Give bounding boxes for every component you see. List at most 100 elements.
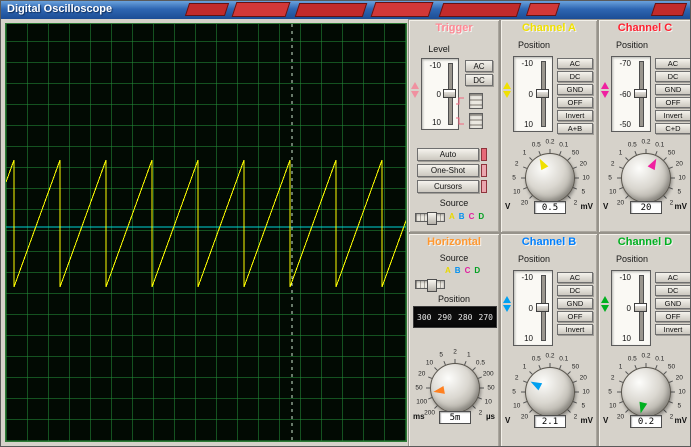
position-slider[interactable]: -10 0 10 — [513, 270, 553, 346]
source-channel-b[interactable]: B — [459, 212, 465, 221]
vertical-scale-knob[interactable]: 20 10 5 2 1 0.5 0.2 0.1 50 20 10 5 2 VmV 0.5 — [501, 134, 597, 232]
position-label: Position — [615, 40, 649, 50]
arrow-up-icon[interactable] — [503, 82, 511, 89]
channel-d-off-button[interactable]: OFF — [655, 311, 690, 322]
channel-c-off-button[interactable]: OFF — [655, 97, 690, 108]
channel-b-off-button[interactable]: OFF — [557, 311, 593, 322]
trigger-one-shot-button[interactable]: One-Shot — [417, 164, 479, 177]
knob-scale-label: 20 — [675, 160, 683, 168]
source-channel-b[interactable]: B — [455, 266, 461, 275]
vertical-scale-knob[interactable]: 20 10 5 2 1 0.5 0.2 0.1 50 20 10 5 2 VmV 2.1 — [501, 348, 597, 446]
channel-d-invert-button[interactable]: Invert — [655, 324, 690, 335]
knob-scale-label: 2 — [610, 374, 615, 382]
slider-groove[interactable] — [632, 57, 650, 131]
knob-scale-label: 5 — [581, 188, 586, 196]
slider-groove[interactable] — [632, 271, 650, 345]
position-nudge-arrows[interactable] — [601, 296, 609, 312]
channel-d-ac-button[interactable]: AC — [655, 272, 690, 283]
trigger-edge-switch[interactable] — [469, 93, 483, 109]
channel-title: Channel D — [617, 236, 673, 248]
channel-a-off-button[interactable]: OFF — [557, 97, 593, 108]
arrow-up-icon[interactable] — [601, 82, 609, 89]
channel-d-dc-button[interactable]: DC — [655, 285, 690, 296]
channel-a-dc-button[interactable]: DC — [557, 71, 593, 82]
position-slider[interactable]: -10 0 10 — [611, 270, 651, 346]
knob-scale-label: 5 — [439, 351, 444, 359]
channel-c-invert-button[interactable]: Invert — [655, 110, 690, 121]
channel-b-ac-button[interactable]: AC — [557, 272, 593, 283]
arrow-down-icon[interactable] — [503, 305, 511, 312]
channel-b-dc-button[interactable]: DC — [557, 285, 593, 296]
trigger-dc-button[interactable]: DC — [465, 74, 493, 86]
horizontal-title: Horizontal — [427, 236, 481, 248]
trigger-source-slider[interactable] — [415, 212, 445, 225]
source-channel-a[interactable]: A — [445, 266, 451, 275]
arrow-down-icon[interactable] — [601, 305, 609, 312]
knob-scale-label: 5 — [581, 402, 586, 410]
trigger-ac-button[interactable]: AC — [465, 60, 493, 72]
position-slider[interactable]: -10 0 10 — [513, 56, 553, 132]
knob-scale-label: 2 — [610, 160, 615, 168]
arrow-up-icon[interactable] — [601, 296, 609, 303]
arrow-down-icon[interactable] — [411, 91, 419, 98]
channel-c-c-d-button[interactable]: C+D — [655, 123, 690, 134]
trigger-cursors-button[interactable]: Cursors — [417, 180, 479, 193]
arrow-down-icon[interactable] — [503, 91, 511, 98]
knob-scale-label: 10 — [678, 388, 686, 396]
position-slider-handle[interactable] — [536, 89, 549, 98]
arrow-up-icon[interactable] — [503, 296, 511, 303]
knob-dial[interactable] — [525, 153, 575, 203]
knob-dial[interactable] — [621, 367, 671, 417]
vertical-scale-knob[interactable]: 20 10 5 2 1 0.5 0.2 0.1 50 20 10 5 2 VmV 0.2 — [599, 348, 690, 446]
channel-c-gnd-button[interactable]: GND — [655, 84, 690, 95]
slider-groove[interactable] — [534, 271, 552, 345]
position-nudge-arrows[interactable] — [601, 82, 609, 98]
knob-dial[interactable] — [621, 153, 671, 203]
unit-left-label: V — [505, 416, 511, 425]
source-channel-d[interactable]: D — [474, 266, 480, 275]
arrow-down-icon[interactable] — [601, 91, 609, 98]
channel-b-gnd-button[interactable]: GND — [557, 298, 593, 309]
trigger-level-slider[interactable]: -10 0 10 — [421, 58, 459, 130]
channel-b-invert-button[interactable]: Invert — [557, 324, 593, 335]
channel-a-a-b-button[interactable]: A+B — [557, 123, 593, 134]
source-channel-c[interactable]: C — [465, 266, 471, 275]
trigger-level-nudge-arrows[interactable] — [411, 82, 419, 98]
trigger-slope-switch[interactable] — [469, 113, 483, 129]
channel-d-gnd-button[interactable]: GND — [655, 298, 690, 309]
arrow-up-icon[interactable] — [411, 82, 419, 89]
channel-title: Channel C — [617, 22, 673, 34]
position-slider-handle[interactable] — [536, 303, 549, 312]
knob-tick — [671, 177, 675, 179]
source-channel-d[interactable]: D — [478, 212, 484, 221]
knob-scale-label: 200 — [482, 370, 494, 378]
timebase-knob[interactable]: 200 100 50 20 10 5 2 1 0.5 200 50 10 2 ms µs 5m — [409, 330, 499, 446]
channel-c-dc-button[interactable]: DC — [655, 71, 690, 82]
position-slider-handle[interactable] — [634, 303, 647, 312]
channel-c-ac-button[interactable]: AC — [655, 58, 690, 69]
horizontal-position-readout[interactable]: 300 290 280 270 — [413, 306, 497, 328]
unit-right-label: µs — [485, 412, 495, 421]
trigger-auto-button[interactable]: Auto — [417, 148, 479, 161]
position-nudge-arrows[interactable] — [503, 296, 511, 312]
knob-dial[interactable] — [525, 367, 575, 417]
channel-a-invert-button[interactable]: Invert — [557, 110, 593, 121]
slider-scale-label: 10 — [524, 120, 533, 129]
knob-scale-label: 2 — [514, 160, 519, 168]
source-channel-a[interactable]: A — [449, 212, 455, 221]
source-channel-c[interactable]: C — [469, 212, 475, 221]
position-slider[interactable]: -70 -60 -50 — [611, 56, 651, 132]
slider-groove[interactable] — [534, 57, 552, 131]
position-nudge-arrows[interactable] — [503, 82, 511, 98]
knob-scale-label: 20 — [520, 413, 529, 421]
channel-b-panel: Channel B Position -10 0 10 AC DC GND OFF In… — [500, 233, 598, 446]
title-bar[interactable]: Digital Oscilloscope — [1, 1, 690, 19]
vertical-scale-knob[interactable]: 20 10 5 2 1 0.5 0.2 0.1 50 20 10 5 2 VmV 20 — [599, 134, 690, 232]
channel-a-ac-button[interactable]: AC — [557, 58, 593, 69]
horizontal-source-slider[interactable] — [415, 279, 445, 292]
channel-a-gnd-button[interactable]: GND — [557, 84, 593, 95]
rising-edge-icon — [456, 97, 464, 105]
position-slider-handle[interactable] — [634, 89, 647, 98]
slider-scale-label: 10 — [432, 118, 441, 127]
knob-scale-label: 5 — [608, 388, 612, 396]
